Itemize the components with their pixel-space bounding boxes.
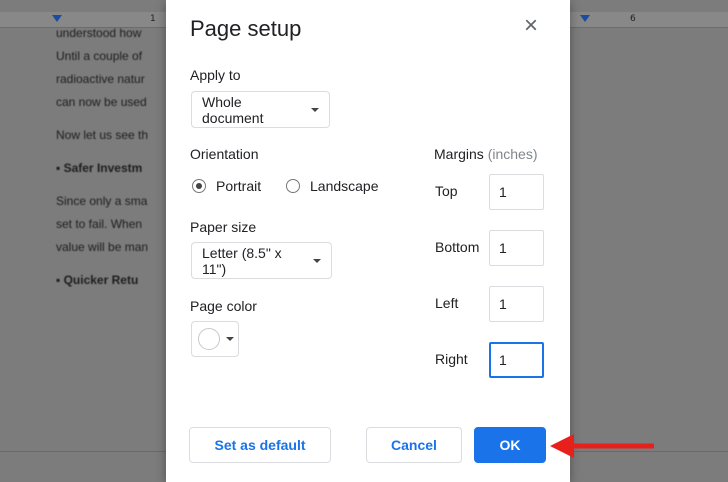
ruler-number: 6 <box>630 14 636 24</box>
doc-line: understood how <box>56 26 142 40</box>
page-color-picker[interactable] <box>191 321 239 357</box>
doc-line: can now be used <box>56 95 147 109</box>
margin-bottom-label: Bottom <box>435 239 480 255</box>
page-color-label: Page color <box>190 298 257 314</box>
page-setup-dialog: Page setup × Apply to Whole document Ori… <box>166 0 570 482</box>
ok-button[interactable]: OK <box>474 427 546 463</box>
close-icon[interactable]: × <box>518 14 544 40</box>
chevron-down-icon <box>311 107 319 112</box>
orientation-label: Orientation <box>190 146 259 162</box>
radio-unchecked-icon[interactable] <box>286 179 300 193</box>
cancel-button[interactable]: Cancel <box>366 427 462 463</box>
document-text: understood how Until a couple of radioac… <box>56 22 168 292</box>
indent-marker[interactable] <box>52 15 62 22</box>
paper-size-label: Paper size <box>190 219 257 235</box>
margin-bottom-input[interactable] <box>489 230 544 266</box>
color-swatch <box>198 328 220 350</box>
portrait-radio[interactable]: Portrait <box>192 178 261 194</box>
chevron-down-icon <box>226 337 234 341</box>
doc-line: Now let us see th <box>56 128 149 142</box>
margin-left-input[interactable] <box>489 286 544 322</box>
margin-left-label: Left <box>435 295 459 311</box>
right-indent-marker[interactable] <box>580 15 590 22</box>
doc-line: Since only a sma <box>56 194 148 208</box>
doc-line: ▪ Safer Investm <box>56 161 143 175</box>
paper-size-dropdown[interactable]: Letter (8.5" x 11") <box>191 242 332 279</box>
apply-to-dropdown[interactable]: Whole document <box>191 91 330 128</box>
doc-line: ▪ Quicker Retu <box>56 273 139 287</box>
set-as-default-button[interactable]: Set as default <box>189 427 331 463</box>
margin-top-label: Top <box>435 183 458 199</box>
doc-line: set to fail. When <box>56 217 143 231</box>
margins-label: Margins <box>434 146 484 162</box>
margins-unit: (inches) <box>487 146 538 162</box>
margin-right-input[interactable] <box>489 342 544 378</box>
landscape-radio[interactable]: Landscape <box>286 178 379 194</box>
doc-line: radioactive natur <box>56 72 145 86</box>
paper-size-value: Letter (8.5" x 11") <box>202 244 282 277</box>
portrait-label: Portrait <box>216 178 262 194</box>
apply-to-label: Apply to <box>190 67 241 83</box>
dialog-title: Page setup <box>190 16 302 41</box>
landscape-label: Landscape <box>310 178 379 194</box>
margin-top-input[interactable] <box>489 174 544 210</box>
apply-to-value: Whole document <box>202 93 264 126</box>
margin-right-label: Right <box>435 351 468 367</box>
margins-header: Margins (inches) <box>434 146 537 162</box>
chevron-down-icon <box>313 258 321 263</box>
radio-checked-icon[interactable] <box>192 179 206 193</box>
red-arrow-icon <box>550 434 654 458</box>
doc-line: value will be man <box>56 240 149 254</box>
doc-line: Until a couple of <box>56 49 143 63</box>
